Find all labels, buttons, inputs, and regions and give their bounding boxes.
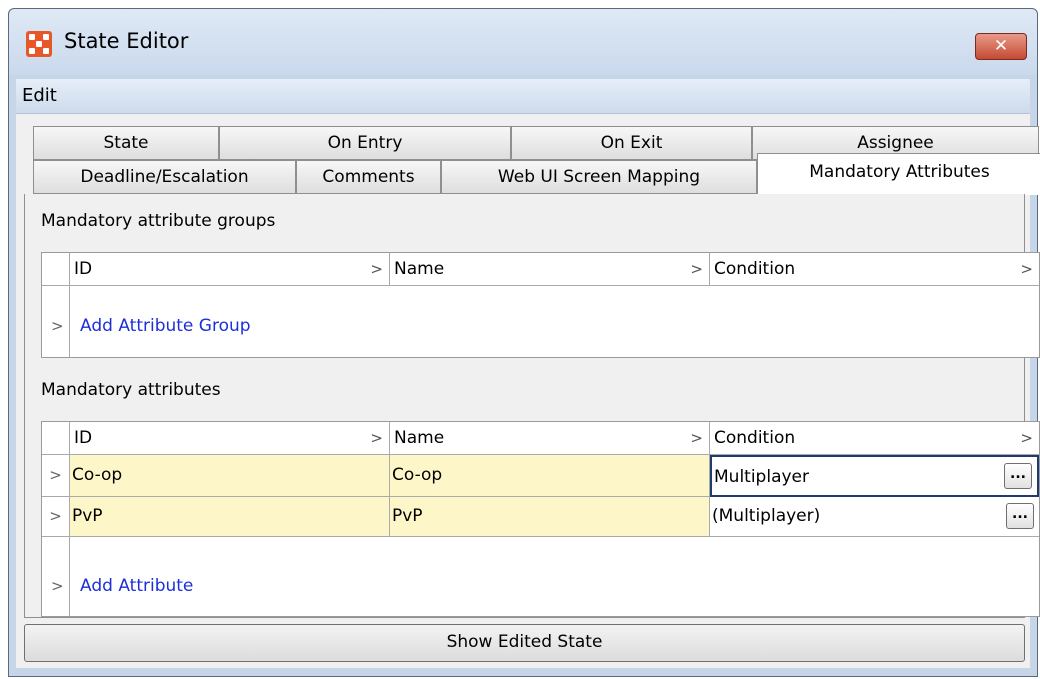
title-bar[interactable]: State Editor ✕ <box>9 9 1037 75</box>
cell-condition[interactable]: (Multiplayer) ... <box>710 497 1039 537</box>
chevron-right-icon: > <box>1020 429 1033 447</box>
chevron-right-icon: > <box>1020 260 1033 278</box>
add-attribute-group-link[interactable]: Add Attribute Group <box>80 316 251 336</box>
window-title: State Editor <box>64 29 189 53</box>
chevron-right-icon: > <box>370 260 383 278</box>
chevron-right-icon: > <box>370 429 383 447</box>
table-row[interactable]: > Co-op Co-op Multiplayer ... <box>42 455 1039 497</box>
row-header-corner <box>42 253 70 286</box>
cell-id[interactable]: Co-op <box>70 455 390 497</box>
cell-name[interactable]: PvP <box>390 497 710 537</box>
chevron-right-icon: > <box>690 260 703 278</box>
add-attribute-link[interactable]: Add Attribute <box>80 576 193 596</box>
column-header-condition[interactable]: Condition > <box>710 422 1039 455</box>
ellipsis-button[interactable]: ... <box>1006 503 1034 529</box>
column-header-label: Name <box>394 259 445 279</box>
cell-id[interactable]: PvP <box>70 497 390 537</box>
groups-section-label: Mandatory attribute groups <box>41 211 276 231</box>
tab-deadline-escalation[interactable]: Deadline/Escalation <box>33 160 296 194</box>
show-edited-state-button[interactable]: Show Edited State <box>24 624 1025 662</box>
column-header-id[interactable]: ID > <box>70 253 390 286</box>
attributes-grid: ID > Name > Condition > > Co-op Co-op Mu… <box>41 421 1040 617</box>
table-row[interactable]: > PvP PvP (Multiplayer) ... <box>42 497 1039 537</box>
app-icon <box>26 31 52 57</box>
attributes-section-label: Mandatory attributes <box>41 380 221 400</box>
chevron-right-icon: > <box>690 429 703 447</box>
menu-bar: Edit <box>16 79 1030 114</box>
row-header[interactable]: > <box>42 497 70 537</box>
column-header-label: ID <box>74 259 93 279</box>
condition-value: (Multiplayer) <box>712 506 821 526</box>
cell-condition[interactable]: Multiplayer ... <box>710 455 1039 497</box>
column-header-label: Condition <box>714 428 796 448</box>
row-header[interactable]: > <box>42 455 70 497</box>
tab-on-entry[interactable]: On Entry <box>219 126 511 160</box>
column-header-name[interactable]: Name > <box>390 253 710 286</box>
column-header-name[interactable]: Name > <box>390 422 710 455</box>
column-header-condition[interactable]: Condition > <box>710 253 1039 286</box>
mandatory-attributes-panel: Mandatory attribute groups ID > Name > C… <box>24 194 1040 618</box>
column-header-label: ID <box>74 428 93 448</box>
menu-edit[interactable]: Edit <box>22 85 57 106</box>
grid-header-row: ID > Name > Condition > <box>42 422 1039 455</box>
editor-client-area: State On Entry On Exit Assignee Deadline… <box>16 114 1040 668</box>
chevron-right-icon: > <box>49 466 62 484</box>
tab-comments[interactable]: Comments <box>296 160 441 194</box>
tab-mandatory-attributes[interactable]: Mandatory Attributes <box>757 153 1040 195</box>
column-header-label: Condition <box>714 259 796 279</box>
chevron-right-icon: > <box>51 577 64 595</box>
cell-name[interactable]: Co-op <box>390 455 710 497</box>
ellipsis-button[interactable]: ... <box>1004 463 1032 489</box>
close-button[interactable]: ✕ <box>975 33 1027 60</box>
tab-web-ui-screen-mapping[interactable]: Web UI Screen Mapping <box>441 160 757 194</box>
chevron-right-icon: > <box>51 317 64 335</box>
state-editor-window: State Editor ✕ Edit State On Entry On Ex… <box>8 8 1040 677</box>
condition-value: Multiplayer <box>714 467 809 487</box>
attribute-groups-grid: ID > Name > Condition > > Add Attribute … <box>41 252 1040 358</box>
tab-on-exit[interactable]: On Exit <box>511 126 752 160</box>
grid-header-row: ID > Name > Condition > <box>42 253 1039 286</box>
tab-state[interactable]: State <box>33 126 219 160</box>
chevron-right-icon: > <box>49 507 62 525</box>
column-header-label: Name <box>394 428 445 448</box>
column-header-id[interactable]: ID > <box>70 422 390 455</box>
row-header-corner <box>42 422 70 455</box>
